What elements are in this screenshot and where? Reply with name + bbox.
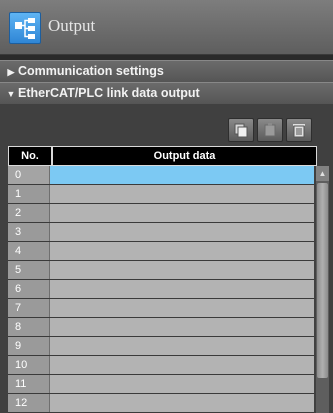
row-number: 9 <box>8 337 50 355</box>
output-data-cell[interactable] <box>50 261 314 279</box>
vertical-scrollbar[interactable]: ▲ <box>316 166 329 413</box>
table-body: 0 1 2 3 4 5 6 7 8 9 10 11 12 <box>8 166 314 413</box>
column-header-no[interactable]: No. <box>9 147 53 165</box>
expand-arrow-icon: ▶ <box>7 67 15 77</box>
section-communication-settings[interactable]: ▶ Communication settings <box>0 60 333 83</box>
row-number: 8 <box>8 318 50 336</box>
output-data-cell[interactable] <box>50 299 314 317</box>
table-row[interactable]: 10 <box>8 356 314 375</box>
output-data-cell[interactable] <box>50 356 314 374</box>
delete-button[interactable] <box>286 118 312 142</box>
table-row[interactable]: 0 <box>8 166 314 185</box>
section-label: Communication settings <box>18 64 164 78</box>
output-data-cell[interactable] <box>50 394 314 412</box>
copy-icon <box>234 123 248 138</box>
network-icon <box>9 12 41 44</box>
output-data-cell[interactable] <box>50 166 314 184</box>
window-header: Output <box>0 0 333 55</box>
output-data-cell[interactable] <box>50 280 314 298</box>
column-header-output-data[interactable]: Output data <box>53 147 316 165</box>
output-table: No. Output data <box>8 146 317 166</box>
row-number: 10 <box>8 356 50 374</box>
row-number: 3 <box>8 223 50 241</box>
output-data-cell[interactable] <box>50 242 314 260</box>
row-number: 1 <box>8 185 50 203</box>
section-ethercat-plc-link[interactable]: ▼ EtherCAT/PLC link data output <box>0 82 333 105</box>
row-number: 0 <box>8 166 50 184</box>
row-number: 2 <box>8 204 50 222</box>
output-window: Output ▶ Communication settings ▼ EtherCAT… <box>0 0 333 413</box>
output-data-cell[interactable] <box>50 223 314 241</box>
row-number: 4 <box>8 242 50 260</box>
table-row[interactable]: 6 <box>8 280 314 299</box>
table-row[interactable]: 4 <box>8 242 314 261</box>
row-number: 7 <box>8 299 50 317</box>
section-label: EtherCAT/PLC link data output <box>18 86 200 100</box>
window-title: Output <box>48 16 96 35</box>
table-row[interactable]: 8 <box>8 318 314 337</box>
collapse-arrow-icon: ▼ <box>6 89 16 99</box>
row-number: 5 <box>8 261 50 279</box>
table-row[interactable]: 11 <box>8 375 314 394</box>
output-data-cell[interactable] <box>50 375 314 393</box>
table-header: No. Output data <box>8 146 317 166</box>
output-data-cell[interactable] <box>50 204 314 222</box>
table-row[interactable]: 3 <box>8 223 314 242</box>
output-data-cell[interactable] <box>50 337 314 355</box>
output-data-cell[interactable] <box>50 318 314 336</box>
table-row[interactable]: 9 <box>8 337 314 356</box>
table-row[interactable]: 7 <box>8 299 314 318</box>
table-row[interactable]: 2 <box>8 204 314 223</box>
row-number: 6 <box>8 280 50 298</box>
paste-icon <box>264 123 276 137</box>
output-data-cell[interactable] <box>50 185 314 203</box>
delete-icon <box>293 124 305 138</box>
paste-button[interactable] <box>257 118 283 142</box>
table-row[interactable]: 12 <box>8 394 314 413</box>
table-row[interactable]: 1 <box>8 185 314 204</box>
scroll-thumb[interactable] <box>317 183 328 378</box>
scroll-up-icon[interactable]: ▲ <box>316 166 329 181</box>
row-number: 12 <box>8 394 50 412</box>
row-number: 11 <box>8 375 50 393</box>
copy-button[interactable] <box>228 118 254 142</box>
table-row[interactable]: 5 <box>8 261 314 280</box>
